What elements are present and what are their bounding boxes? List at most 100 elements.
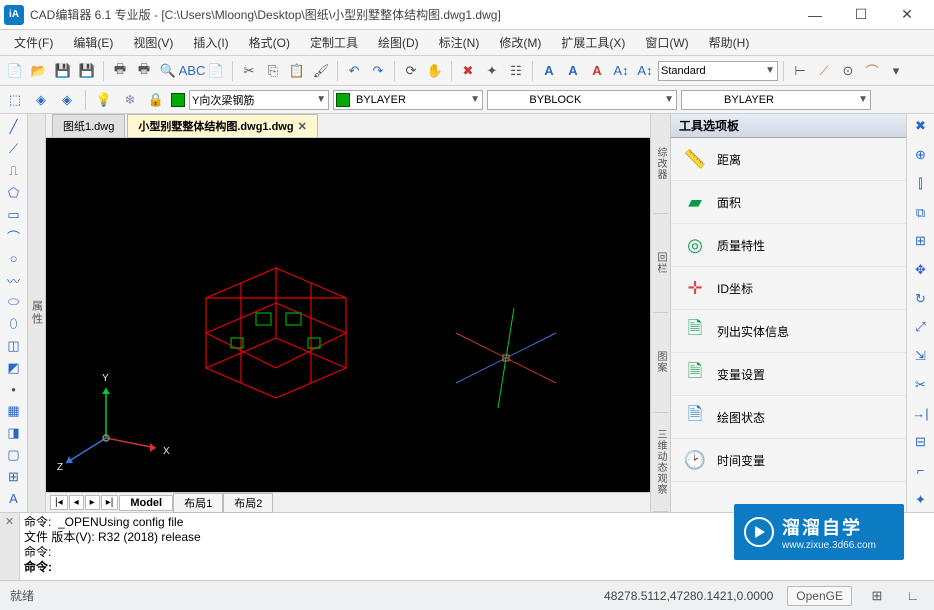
close-button[interactable]: ✕ xyxy=(884,0,930,30)
palette-item-time[interactable]: 🕑时间变量 xyxy=(671,439,906,482)
explode2-icon[interactable]: ✦ xyxy=(910,491,932,508)
explode-icon[interactable]: ✦ xyxy=(481,60,503,82)
copy-obj-icon[interactable]: ⊕ xyxy=(910,147,932,164)
cut-icon[interactable]: ✂ xyxy=(238,60,260,82)
move-icon[interactable]: ✥ xyxy=(910,262,932,279)
arc-icon[interactable]: ⌒ xyxy=(3,227,25,246)
layer-bulb-icon[interactable]: 💡 xyxy=(93,89,115,111)
palette-item-setvar[interactable]: 🗎变量设置 xyxy=(671,353,906,396)
drawing-tab[interactable]: 图纸1.dwg xyxy=(52,114,125,137)
spline-icon[interactable]: 〰 xyxy=(3,271,25,290)
color-select[interactable]: BYLAYER▼ xyxy=(333,90,483,110)
gradient-icon[interactable]: ◨ xyxy=(3,424,25,443)
status-snap-icon[interactable]: ⊞ xyxy=(866,585,888,607)
menu-edit[interactable]: 编辑(E) xyxy=(65,31,121,54)
lineweight-select[interactable]: BYBLOCK▼ xyxy=(487,90,677,110)
xline-icon[interactable]: ⟋ xyxy=(3,140,25,159)
maximize-button[interactable]: ☐ xyxy=(838,0,884,30)
menu-dimension[interactable]: 标注(N) xyxy=(431,31,488,54)
minimize-button[interactable]: — xyxy=(792,0,838,30)
menu-draw[interactable]: 绘图(D) xyxy=(370,31,427,54)
drawing-canvas[interactable]: X Y Z xyxy=(46,138,650,492)
text-style-select[interactable]: Standard▼ xyxy=(658,61,778,81)
extend-icon[interactable]: →| xyxy=(910,405,932,422)
save-icon[interactable]: 💾 xyxy=(52,60,74,82)
rect-icon[interactable]: ▭ xyxy=(3,205,25,224)
vtab-2[interactable]: 图案 xyxy=(653,313,668,413)
menu-view[interactable]: 视图(V) xyxy=(125,31,181,54)
layout-next-icon[interactable]: ▸ xyxy=(85,495,100,510)
regen-icon[interactable]: ⟳ xyxy=(400,60,422,82)
rotate-icon[interactable]: ↻ xyxy=(910,290,932,307)
text-a2-icon[interactable]: A xyxy=(562,60,584,82)
layout-last-icon[interactable]: ▸| xyxy=(101,495,119,510)
menu-modify[interactable]: 修改(M) xyxy=(491,31,549,54)
dim-angular-icon[interactable]: ⊙ xyxy=(837,60,859,82)
linetype-select[interactable]: BYLAYER▼ xyxy=(681,90,871,110)
block-insert-icon[interactable]: ◫ xyxy=(3,337,25,356)
mtext-icon[interactable]: A xyxy=(3,489,25,508)
pdf-icon[interactable]: 📄 xyxy=(205,60,227,82)
spell-icon[interactable]: ABC xyxy=(181,60,203,82)
match-icon[interactable]: 🖌 xyxy=(310,60,332,82)
text-a-icon[interactable]: A xyxy=(538,60,560,82)
delete-icon[interactable]: ✖ xyxy=(457,60,479,82)
menu-tools[interactable]: 定制工具 xyxy=(302,31,366,54)
line-icon[interactable]: ╱ xyxy=(3,118,25,137)
redo-icon[interactable]: ↷ xyxy=(367,60,389,82)
layer-iso-icon[interactable]: ◈ xyxy=(30,89,52,111)
layer-lock-icon[interactable]: 🔒 xyxy=(145,89,167,111)
close-icon[interactable]: ✕ xyxy=(298,120,307,133)
status-opengl[interactable]: OpenGE xyxy=(787,586,852,606)
break-icon[interactable]: ⊟ xyxy=(910,434,932,451)
block-make-icon[interactable]: ◩ xyxy=(3,358,25,377)
palette-item-list[interactable]: 🗎列出实体信息 xyxy=(671,310,906,353)
scale-icon[interactable]: ⤢ xyxy=(910,319,932,336)
vtab-0[interactable]: 综改器 xyxy=(653,114,668,214)
erase-icon[interactable]: ✖ xyxy=(910,118,932,135)
text-style-icon[interactable]: A xyxy=(586,60,608,82)
paste-icon[interactable]: 📋 xyxy=(286,60,308,82)
region-icon[interactable]: ▢ xyxy=(3,446,25,465)
pline-icon[interactable]: ⎍ xyxy=(3,162,25,181)
print-icon[interactable]: 🖶 xyxy=(109,60,131,82)
mirror-icon[interactable]: ⫿ xyxy=(910,175,932,192)
point-icon[interactable]: • xyxy=(3,380,25,399)
vtab-1[interactable]: 回栏 xyxy=(653,214,668,314)
pan-icon[interactable]: ✋ xyxy=(424,60,446,82)
dim-linear-icon[interactable]: ⊢ xyxy=(789,60,811,82)
drawing-tab-active[interactable]: 小型别墅整体结构图.dwg1.dwg✕ xyxy=(127,114,317,137)
ellipse-icon[interactable]: ⬭ xyxy=(3,293,25,312)
dim-more-icon[interactable]: ▾ xyxy=(885,60,907,82)
layer-prev-icon[interactable]: ◈ xyxy=(56,89,78,111)
array-icon[interactable]: ⊞ xyxy=(910,233,932,250)
dim-aligned-icon[interactable]: ⟋ xyxy=(813,60,835,82)
save-all-icon[interactable]: 💾 xyxy=(76,60,98,82)
undo-icon[interactable]: ↶ xyxy=(343,60,365,82)
prop-panel-strip[interactable]: 属性 xyxy=(28,114,46,512)
layout-tab-1[interactable]: 布局1 xyxy=(173,493,223,513)
text-dim-icon[interactable]: A↕ xyxy=(610,60,632,82)
menu-help[interactable]: 帮助(H) xyxy=(701,31,758,54)
dim-radius-icon[interactable]: ⌒ xyxy=(861,60,883,82)
text-scale-icon[interactable]: A↕ xyxy=(634,60,656,82)
status-ortho-icon[interactable]: ∟ xyxy=(902,585,924,607)
ellipse-arc-icon[interactable]: ⬯ xyxy=(3,315,25,334)
properties-icon[interactable]: ☷ xyxy=(505,60,527,82)
layout-first-icon[interactable]: |◂ xyxy=(50,495,68,510)
menu-insert[interactable]: 插入(I) xyxy=(185,31,236,54)
circle-icon[interactable]: ○ xyxy=(3,249,25,268)
menu-file[interactable]: 文件(F) xyxy=(6,31,61,54)
menu-window[interactable]: 窗口(W) xyxy=(637,31,696,54)
menu-express[interactable]: 扩展工具(X) xyxy=(553,31,633,54)
palette-item-area[interactable]: ▰面积 xyxy=(671,181,906,224)
hatch-icon[interactable]: ▦ xyxy=(3,402,25,421)
palette-item-id[interactable]: ✛ID坐标 xyxy=(671,267,906,310)
layer-select[interactable]: Y向次梁钢筋▼ xyxy=(189,90,329,110)
layer-mgr-icon[interactable]: ⬚ xyxy=(4,89,26,111)
layer-color-swatch[interactable] xyxy=(171,93,185,107)
palette-item-status[interactable]: 🗎绘图状态 xyxy=(671,396,906,439)
palette-item-distance[interactable]: 📏距离 xyxy=(671,138,906,181)
open-icon[interactable]: 📂 xyxy=(28,60,50,82)
find-icon[interactable]: 🔍 xyxy=(157,60,179,82)
